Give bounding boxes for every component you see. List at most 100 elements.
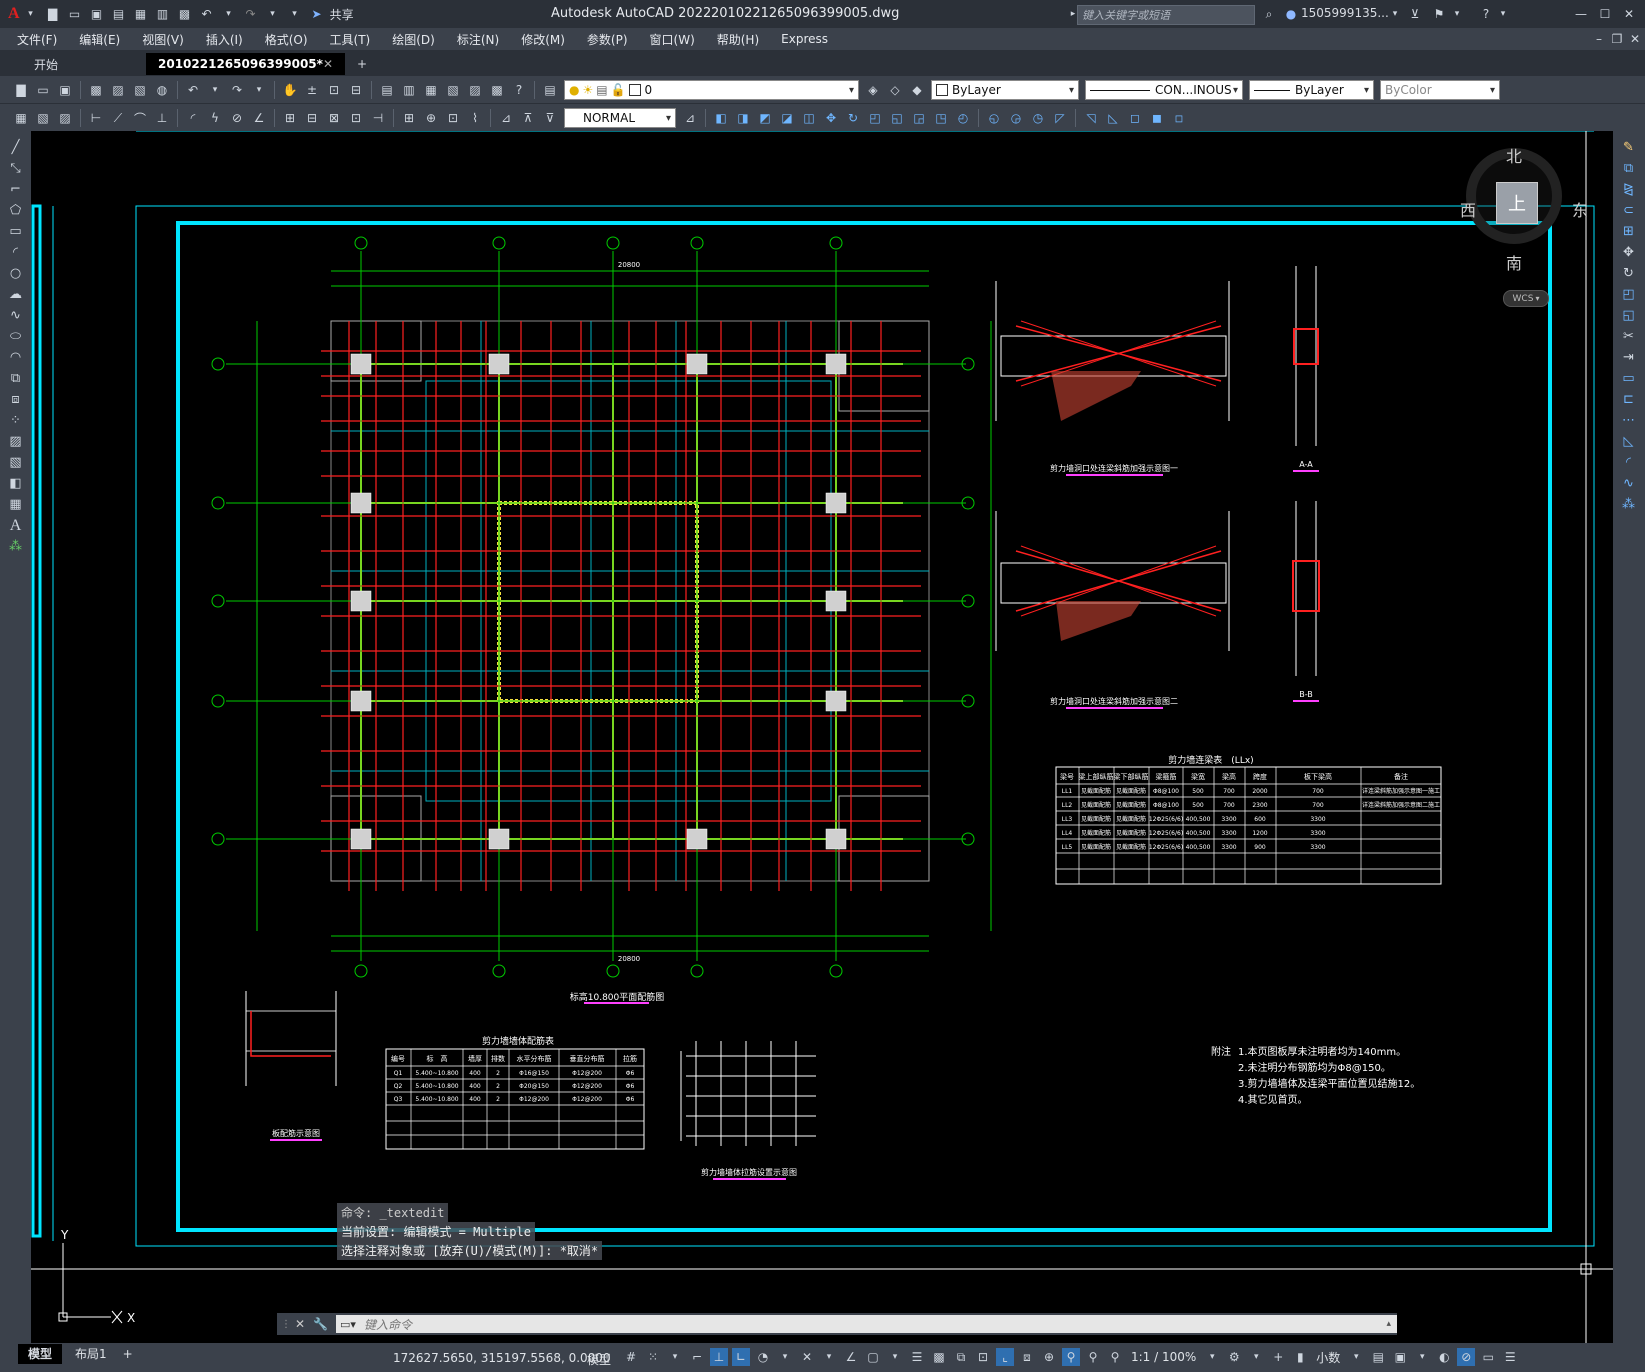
layer-walk-icon[interactable]: ▨ xyxy=(56,109,74,127)
menu-window[interactable]: 窗口(W) xyxy=(639,31,706,48)
user-icon[interactable]: ● xyxy=(1282,5,1300,23)
break-at-point-icon[interactable]: ▭ xyxy=(1613,368,1644,389)
zoom-window-icon[interactable]: ⊡ xyxy=(325,81,343,99)
plotstyle-combo[interactable]: ByColor ▾ xyxy=(1380,80,1500,100)
menu-view[interactable]: 视图(V) xyxy=(131,31,195,48)
trim-icon[interactable]: ◲ xyxy=(910,109,928,127)
refedit-icon[interactable]: ▧ xyxy=(34,109,52,127)
layer-combo[interactable]: ● ☀ ▤ 🔓 0 ▾ xyxy=(564,80,859,100)
workspace-dropdown-icon[interactable]: ▾ xyxy=(1247,1348,1265,1366)
user-dropdown-icon[interactable]: ▾ xyxy=(1386,5,1404,23)
construction-line-icon[interactable]: ⤡ xyxy=(0,158,31,179)
open-icon[interactable]: ▭ xyxy=(66,5,84,23)
drawing-canvas[interactable]: 20800 20800 标高10.800平面配筋图 剪力墙洞口处连梁斜筋加强示意… xyxy=(31,131,1613,1343)
chamfer-icon[interactable]: ◶ xyxy=(1007,109,1025,127)
fillet-icon[interactable]: ◷ xyxy=(1029,109,1047,127)
explode-icon[interactable]: ◹ xyxy=(1082,109,1100,127)
tool-palettes-icon[interactable]: ▦ xyxy=(422,81,440,99)
ellipse-icon[interactable]: ⬭ xyxy=(0,326,31,347)
help-tool-icon[interactable]: ? xyxy=(510,81,528,99)
linetype-combo[interactable]: CON...INOUS ▾ xyxy=(1085,80,1243,100)
menu-file[interactable]: 文件(F) xyxy=(6,31,68,48)
menu-draw[interactable]: 绘图(D) xyxy=(381,31,446,48)
splinedit-icon[interactable]: ◻ xyxy=(1126,109,1144,127)
dimstyle-combo[interactable]: NORMAL ▾ xyxy=(564,108,676,128)
search-icon[interactable]: ⌕ xyxy=(1260,5,1278,23)
units-icon[interactable]: ▮ xyxy=(1291,1348,1309,1366)
color-combo[interactable]: ByLayer ▾ xyxy=(931,80,1079,100)
menu-parametric[interactable]: 参数(P) xyxy=(576,31,639,48)
offset-tool-icon[interactable]: ⊂ xyxy=(1613,200,1644,221)
rotate-icon[interactable]: ↻ xyxy=(844,109,862,127)
tab-document[interactable]: 2010221265096399005* ✕ xyxy=(146,53,345,75)
lineweight-combo[interactable]: ByLayer ▾ xyxy=(1249,80,1374,100)
layout-tab-add[interactable]: + xyxy=(118,1347,138,1361)
erase-tool-icon[interactable]: ✎ xyxy=(1613,137,1644,158)
customize-status-icon[interactable]: ☰ xyxy=(1501,1348,1519,1366)
blend-tool-icon[interactable]: ∿ xyxy=(1613,473,1644,494)
dim-diameter-icon[interactable]: ⊘ xyxy=(228,109,246,127)
qnew-icon[interactable]: ▇ xyxy=(44,5,62,23)
gizmo-icon[interactable]: ⊕ xyxy=(1040,1348,1058,1366)
layout-tab-model[interactable]: 模型 xyxy=(18,1343,63,1364)
osnap-dropdown-icon[interactable]: ▾ xyxy=(886,1348,904,1366)
menu-express[interactable]: Express xyxy=(770,32,839,46)
transparency-icon[interactable]: ▩ xyxy=(930,1348,948,1366)
minimize-icon[interactable]: — xyxy=(1572,5,1590,23)
hardware-accel-icon[interactable]: ⊘ xyxy=(1457,1348,1476,1366)
dim-ordinate-icon[interactable]: ⊥ xyxy=(153,109,171,127)
dim-aligned-icon[interactable]: ⟋ xyxy=(109,109,127,127)
gradient-icon[interactable]: ▧ xyxy=(0,452,31,473)
command-recent-icon[interactable]: ▴ xyxy=(1386,1319,1391,1329)
menu-dimension[interactable]: 标注(N) xyxy=(446,31,510,48)
annotation-scale-dropdown-icon[interactable]: ▾ xyxy=(1203,1348,1221,1366)
break-icon[interactable]: ◴ xyxy=(954,109,972,127)
print-icon[interactable]: ▩ xyxy=(87,81,105,99)
stretch-tool-icon[interactable]: ◱ xyxy=(1613,305,1644,326)
polar-icon[interactable]: ◔ xyxy=(754,1348,772,1366)
scale-icon[interactable]: ◰ xyxy=(866,109,884,127)
dynamic-input-icon[interactable]: ⊥ xyxy=(710,1348,728,1366)
copy-tool-icon[interactable]: ⧉ xyxy=(1613,158,1644,179)
mirror-tool-icon[interactable]: ⧎ xyxy=(1613,179,1644,200)
dim-update-icon[interactable]: ⊽ xyxy=(541,109,559,127)
clean-screen-icon[interactable]: ▭ xyxy=(1479,1348,1497,1366)
polyline-icon[interactable]: ⌐ xyxy=(0,179,31,200)
plot-icon[interactable]: ▩ xyxy=(176,5,194,23)
undo-tool-dropdown-icon[interactable]: ▾ xyxy=(206,81,224,99)
osnap-icon[interactable]: ▢ xyxy=(864,1348,882,1366)
dim-radius-icon[interactable]: ◜ xyxy=(184,109,202,127)
menu-help[interactable]: 帮助(H) xyxy=(706,31,770,48)
markup-icon[interactable]: ▨ xyxy=(466,81,484,99)
doc-minimize-icon[interactable]: – xyxy=(1590,30,1608,48)
dim-jogged-icon[interactable]: ϟ xyxy=(206,109,224,127)
cart-icon[interactable]: ⊻ xyxy=(1406,5,1424,23)
dim-arc-icon[interactable]: ⌒ xyxy=(131,109,149,127)
region-icon[interactable]: ◧ xyxy=(0,473,31,494)
break-tool-icon[interactable]: ⊏ xyxy=(1613,389,1644,410)
infer-icon[interactable]: ⌐ xyxy=(688,1348,706,1366)
selection-filter-icon[interactable]: ⧈ xyxy=(1018,1348,1036,1366)
new-icon[interactable]: ▇ xyxy=(12,81,30,99)
viewcube-west[interactable]: 西 xyxy=(1460,197,1476,221)
share-icon[interactable]: ➤ xyxy=(308,5,326,23)
dim-continue-icon[interactable]: ⊠ xyxy=(325,109,343,127)
rectangle-icon[interactable]: ▭ xyxy=(0,221,31,242)
zoom-realtime-icon[interactable]: ± xyxy=(303,81,321,99)
units-value[interactable]: 小数 xyxy=(1311,1349,1345,1366)
insert-block-icon[interactable]: ⧉ xyxy=(0,368,31,389)
jogged-linear-icon[interactable]: ⌇ xyxy=(466,109,484,127)
workspace-icon[interactable]: ▦ xyxy=(12,109,30,127)
dim-baseline-icon[interactable]: ⊟ xyxy=(303,109,321,127)
layer-previous-icon[interactable]: ◇ xyxy=(886,81,904,99)
viewcube-north[interactable]: 北 xyxy=(1506,143,1522,167)
isodraft-icon[interactable]: ✕ xyxy=(798,1348,816,1366)
ellipse-arc-icon[interactable]: ◠ xyxy=(0,347,31,368)
polygon-icon[interactable]: ⬠ xyxy=(0,200,31,221)
annotation-scale-icon[interactable]: ⚲ xyxy=(1106,1348,1124,1366)
open-file-icon[interactable]: ▭ xyxy=(34,81,52,99)
redo-icon[interactable]: ↷ xyxy=(242,5,260,23)
units-dropdown-icon[interactable]: ▾ xyxy=(1347,1348,1365,1366)
point-icon[interactable]: ⁘ xyxy=(0,410,31,431)
menu-format[interactable]: 格式(O) xyxy=(254,31,319,48)
